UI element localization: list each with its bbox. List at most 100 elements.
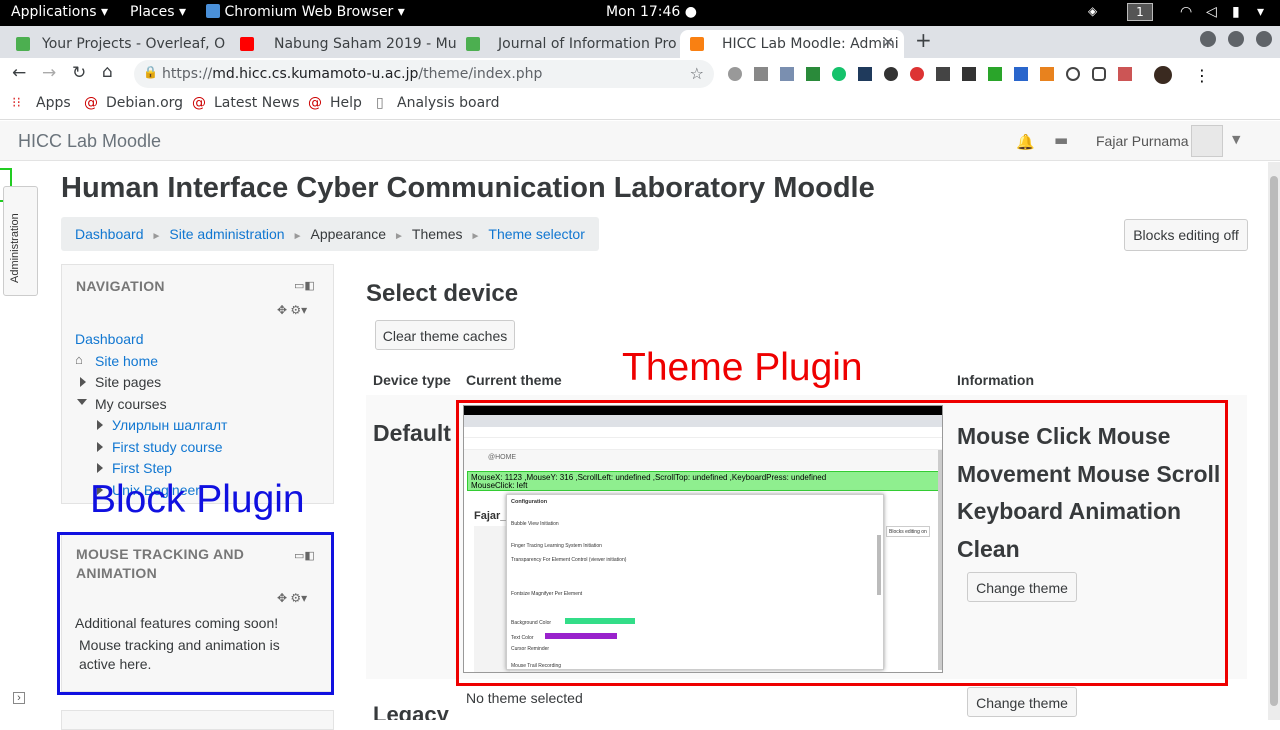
- back-icon[interactable]: ←: [12, 63, 26, 83]
- profile-avatar[interactable]: [1154, 66, 1172, 84]
- site-name[interactable]: HICC Lab Moodle: [18, 131, 161, 152]
- bookmark-help[interactable]: Help: [330, 95, 362, 111]
- search-icon[interactable]: [884, 67, 898, 81]
- tray-icon[interactable]: ◈: [1088, 4, 1097, 18]
- extension-icon[interactable]: [1066, 67, 1080, 81]
- applications-menu[interactable]: Applications ▾: [11, 4, 108, 20]
- nav-course-2[interactable]: First study course: [112, 439, 222, 455]
- extension-icon[interactable]: [1118, 67, 1132, 81]
- dock-block-icon[interactable]: ▭◧: [294, 279, 315, 292]
- extension-icon[interactable]: [936, 67, 950, 81]
- extension-icon[interactable]: [728, 67, 742, 81]
- collapse-icon[interactable]: [77, 399, 87, 405]
- nav-dashboard[interactable]: Dashboard: [75, 331, 144, 347]
- places-menu[interactable]: Places ▾: [130, 4, 186, 20]
- blocks-editing-button[interactable]: Blocks editing off: [1124, 219, 1248, 251]
- extensions-area: ⋮: [728, 66, 1210, 85]
- scrollbar-thumb[interactable]: [1270, 176, 1278, 706]
- bookmark-debian[interactable]: Debian.org: [106, 95, 183, 111]
- bookmark-analysis-board[interactable]: Analysis board: [397, 95, 500, 111]
- clear-theme-caches-button[interactable]: Clear theme caches: [375, 320, 515, 350]
- close-window-button[interactable]: [1256, 31, 1272, 47]
- extension-icon[interactable]: [754, 67, 768, 81]
- address-bar[interactable]: 🔒 https://md.hicc.cs.kumamoto-u.ac.jp/th…: [134, 60, 714, 88]
- metamask-icon[interactable]: [1040, 67, 1054, 81]
- breadcrumb-separator-icon: ►: [470, 231, 481, 242]
- block-actions-icon[interactable]: ✥ ⚙▾: [277, 303, 307, 317]
- battery-icon[interactable]: ▮: [1232, 4, 1240, 20]
- expand-icon[interactable]: [97, 420, 103, 430]
- page-icon: ▯: [376, 95, 384, 111]
- tab-moodle[interactable]: HICC Lab Moodle: Admini ✕: [680, 30, 904, 58]
- breadcrumb-separator-icon: ►: [292, 231, 303, 242]
- block-plugin-label: Block Plugin: [90, 478, 305, 521]
- tab-youtube[interactable]: Nabung Saham 2019 - Mu: [232, 30, 456, 58]
- notifications-icon[interactable]: 🔔: [1016, 133, 1035, 151]
- breadcrumb-site-administration[interactable]: Site administration: [169, 226, 284, 242]
- minimize-button[interactable]: [1200, 31, 1216, 47]
- power-menu-icon[interactable]: ▾: [1257, 4, 1264, 20]
- tab-overleaf[interactable]: Your Projects - Overleaf, O: [0, 30, 232, 58]
- lock-icon: 🔒: [143, 65, 158, 79]
- page-title: Human Interface Cyber Communication Labo…: [61, 172, 875, 204]
- chromium-icon: [206, 4, 220, 18]
- nav-course-1[interactable]: Улирлын шалгалт: [112, 417, 227, 433]
- extension-icon[interactable]: [1092, 67, 1106, 81]
- clock[interactable]: Mon 17:46 ●: [606, 4, 697, 20]
- journal-icon: [466, 37, 480, 51]
- tab-strip: Your Projects - Overleaf, O Nabung Saham…: [0, 26, 1280, 58]
- user-avatar[interactable]: [1191, 125, 1223, 157]
- bookmark-latest-news[interactable]: Latest News: [214, 95, 300, 111]
- breadcrumb-themes: Themes: [411, 226, 463, 242]
- extension-icon[interactable]: [806, 67, 820, 81]
- bookmarks-bar: ⁝⁝ Apps @ Debian.org @ Latest News @ Hel…: [0, 90, 1280, 120]
- extension-icon[interactable]: [910, 67, 924, 81]
- change-theme-button-legacy[interactable]: Change theme: [967, 687, 1077, 717]
- home-icon: ⌂: [75, 352, 83, 367]
- debian-icon: @: [308, 95, 322, 111]
- expand-icon[interactable]: [97, 442, 103, 452]
- debian-icon: @: [84, 95, 98, 111]
- chevron-down-icon[interactable]: ▼: [1232, 133, 1240, 146]
- overleaf-icon: [16, 37, 30, 51]
- theme-plugin-highlight-box: [456, 400, 1228, 686]
- reload-icon[interactable]: ↻: [72, 63, 86, 83]
- expand-icon[interactable]: [97, 463, 103, 473]
- forward-icon[interactable]: →: [42, 63, 56, 83]
- menu-icon[interactable]: ⋮: [1194, 66, 1210, 85]
- bookmark-apps[interactable]: Apps: [36, 95, 71, 111]
- messages-icon[interactable]: ▬: [1054, 131, 1068, 149]
- administration-drawer-tab[interactable]: Administration: [3, 186, 38, 296]
- page-scrollbar[interactable]: [1268, 162, 1280, 720]
- tab-journal[interactable]: Journal of Information Pro: [456, 30, 680, 58]
- expand-icon[interactable]: [80, 377, 86, 387]
- wifi-icon[interactable]: ◠: [1180, 4, 1192, 20]
- no-theme-selected: No theme selected: [466, 690, 583, 706]
- app-menu[interactable]: Chromium Web Browser ▾: [206, 4, 405, 20]
- nav-course-3[interactable]: First Step: [112, 460, 172, 476]
- home-icon[interactable]: ⌂: [102, 62, 113, 82]
- extension-icon[interactable]: [858, 67, 872, 81]
- workspace-indicator[interactable]: 1: [1127, 3, 1153, 21]
- moodle-navbar: HICC Lab Moodle 🔔 ▬ Fajar Purnama ▼: [0, 121, 1280, 161]
- volume-icon[interactable]: ◁: [1206, 4, 1217, 20]
- bookmark-star-icon[interactable]: ☆: [690, 64, 704, 83]
- maximize-button[interactable]: [1228, 31, 1244, 47]
- nav-my-courses[interactable]: My courses: [95, 396, 167, 412]
- close-tab-icon[interactable]: ✕: [882, 35, 894, 51]
- new-tab-button[interactable]: +: [915, 28, 932, 52]
- breadcrumb-dashboard[interactable]: Dashboard: [75, 226, 144, 242]
- header-information: Information: [957, 372, 1034, 388]
- extension-icon[interactable]: [1014, 67, 1028, 81]
- extension-icon[interactable]: [962, 67, 976, 81]
- dock-toggle-icon[interactable]: ›: [13, 692, 25, 704]
- user-name[interactable]: Fajar Purnama: [1096, 133, 1189, 149]
- system-top-bar: Applications ▾ Places ▾ Chromium Web Bro…: [0, 0, 1280, 26]
- nav-site-pages[interactable]: Site pages: [95, 374, 161, 390]
- extension-icon[interactable]: [988, 67, 1002, 81]
- nav-site-home[interactable]: Site home: [95, 353, 158, 369]
- grammarly-icon[interactable]: [832, 67, 846, 81]
- breadcrumb-theme-selector[interactable]: Theme selector: [488, 226, 584, 242]
- breadcrumb-separator-icon: ►: [151, 231, 162, 242]
- extension-icon[interactable]: [780, 67, 794, 81]
